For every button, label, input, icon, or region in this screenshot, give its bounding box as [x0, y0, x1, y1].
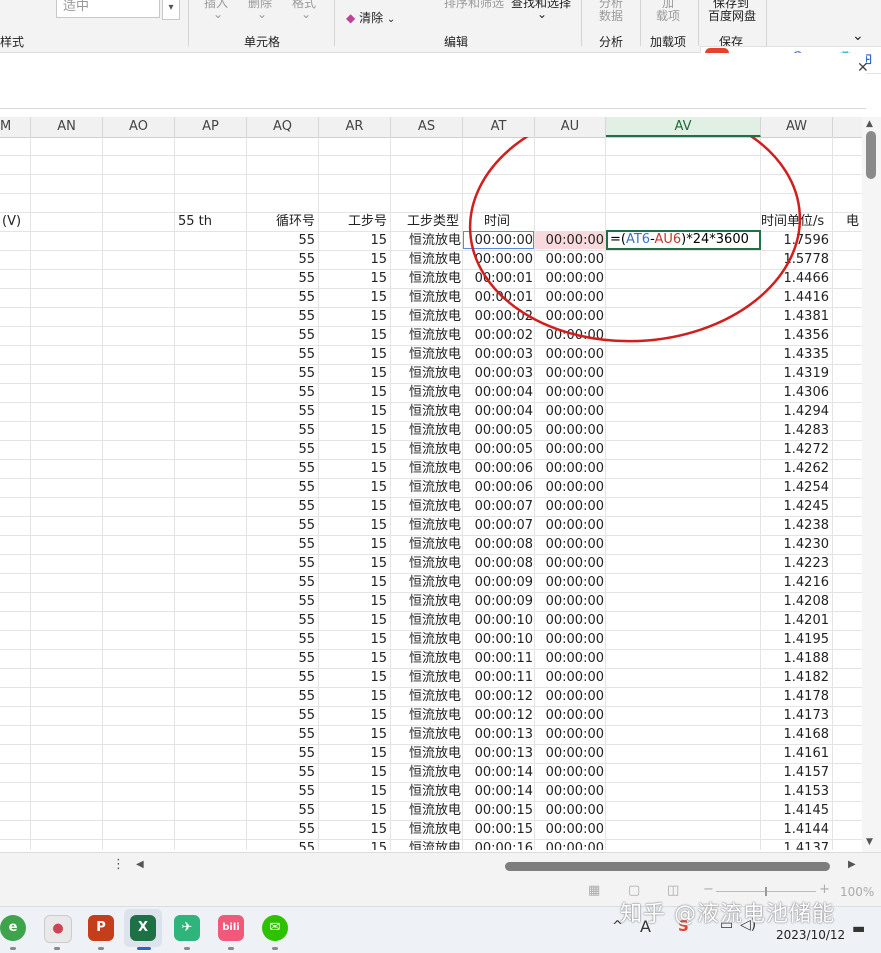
styles-group-label: 样式	[0, 35, 25, 49]
column-header-aq[interactable]: AQ	[247, 117, 319, 137]
zoom-level[interactable]: 100%	[840, 885, 874, 899]
addins-group-label: 加载项	[650, 35, 687, 49]
spreadsheet-grid[interactable]: (V) 55 th 循环号 工步号 工步类型 时间 时间单位/s 电 =(AT6…	[0, 137, 862, 850]
analysis-group-label: 分析	[599, 35, 624, 49]
bilibili-app-icon[interactable]: bili	[218, 915, 244, 941]
running-indicator	[228, 947, 234, 950]
ribbon-separator	[188, 0, 189, 46]
clear-label: 清除	[359, 11, 384, 25]
style-gallery-dropdown[interactable]: ▾	[162, 0, 180, 20]
column-header-m[interactable]: M	[0, 117, 31, 137]
taskbar-date: 2023/10/12	[776, 928, 846, 942]
column-header-bar: M AN AO AP AQ AR AS AT AU AV AW	[0, 117, 866, 138]
running-indicator	[54, 947, 60, 950]
zoom-in-icon[interactable]: +	[819, 882, 830, 897]
scroll-right-icon[interactable]: ▶	[848, 859, 856, 870]
active-indicator	[137, 947, 151, 950]
vertical-scroll-thumb[interactable]	[866, 131, 876, 179]
running-indicator	[10, 947, 16, 950]
ribbon-separator	[334, 0, 335, 46]
addins-label: 载项	[656, 9, 681, 23]
wechat-app-icon[interactable]: ✉	[262, 915, 288, 941]
chevron-down-icon[interactable]: ⌄	[537, 7, 547, 21]
more-options-icon[interactable]: ⋮	[112, 857, 125, 872]
normal-view-icon[interactable]: ▦	[588, 883, 600, 898]
running-indicator	[184, 947, 190, 950]
column-header-au[interactable]: AU	[535, 117, 606, 137]
sheet-tab-row: ⋮ ◀ ▶	[0, 852, 881, 879]
chevron-down-icon[interactable]: ⌄	[213, 7, 223, 21]
browser-app-icon[interactable]: e	[0, 915, 26, 941]
excel-app-icon[interactable]: X	[130, 915, 156, 941]
formula-bar-area	[0, 53, 866, 109]
column-header-at[interactable]: AT	[463, 117, 535, 137]
notification-icon[interactable]: ▬	[852, 921, 865, 937]
column-header-as[interactable]: AS	[391, 117, 463, 137]
cells-group-label: 单元格	[244, 35, 281, 49]
column-header-ap[interactable]: AP	[175, 117, 247, 137]
zoom-out-icon[interactable]: −	[703, 882, 714, 897]
horizontal-scroll-thumb[interactable]	[505, 862, 830, 871]
zhihu-watermark: 知乎 @液流电池储能	[620, 902, 835, 927]
analyze-data-label: 数据	[599, 9, 624, 23]
column-header-ar[interactable]: AR	[319, 117, 391, 137]
cell-style-box[interactable]: 适中	[56, 0, 160, 18]
chevron-down-icon[interactable]: ⌄	[301, 7, 311, 21]
ribbon-separator	[640, 0, 641, 46]
powerpoint-app-icon[interactable]: P	[88, 915, 114, 941]
clear-button[interactable]: ◆ 清除 ⌄	[346, 9, 395, 26]
column-header-ao[interactable]: AO	[103, 117, 175, 137]
edit-group-label: 编辑	[444, 35, 469, 49]
scroll-left-icon[interactable]: ◀	[136, 859, 144, 870]
vertical-scrollbar[interactable]: ▲ ▼	[862, 117, 881, 852]
column-header-av[interactable]: AV	[606, 117, 761, 137]
scroll-up-icon[interactable]: ▲	[866, 119, 873, 129]
running-indicator	[98, 947, 104, 950]
collapse-ribbon-icon[interactable]: ⌄	[852, 28, 864, 44]
zoom-slider-handle[interactable]	[765, 887, 767, 896]
recorder-app-icon[interactable]: ●	[44, 915, 72, 943]
red-annotation-circle	[468, 137, 802, 343]
chevron-down-icon[interactable]: ⌄	[257, 7, 267, 21]
ribbon-separator	[766, 0, 767, 46]
eraser-icon: ◆	[346, 11, 356, 25]
chevron-down-icon: ⌄	[386, 14, 396, 25]
column-header-ax[interactable]	[833, 117, 862, 137]
baidu-pan-label: 百度网盘	[708, 9, 757, 23]
running-indicator	[272, 947, 278, 950]
ribbon-separator	[581, 0, 582, 46]
scroll-down-icon[interactable]: ▼	[866, 837, 873, 847]
close-icon[interactable]: ✕	[857, 60, 869, 76]
column-header-aw[interactable]: AW	[761, 117, 833, 137]
ribbon-separator	[698, 0, 699, 46]
column-header-an[interactable]: AN	[31, 117, 103, 137]
feishu-app-icon[interactable]: ✈	[174, 915, 200, 941]
sort-filter-button[interactable]: 排序和筛选	[444, 0, 504, 11]
